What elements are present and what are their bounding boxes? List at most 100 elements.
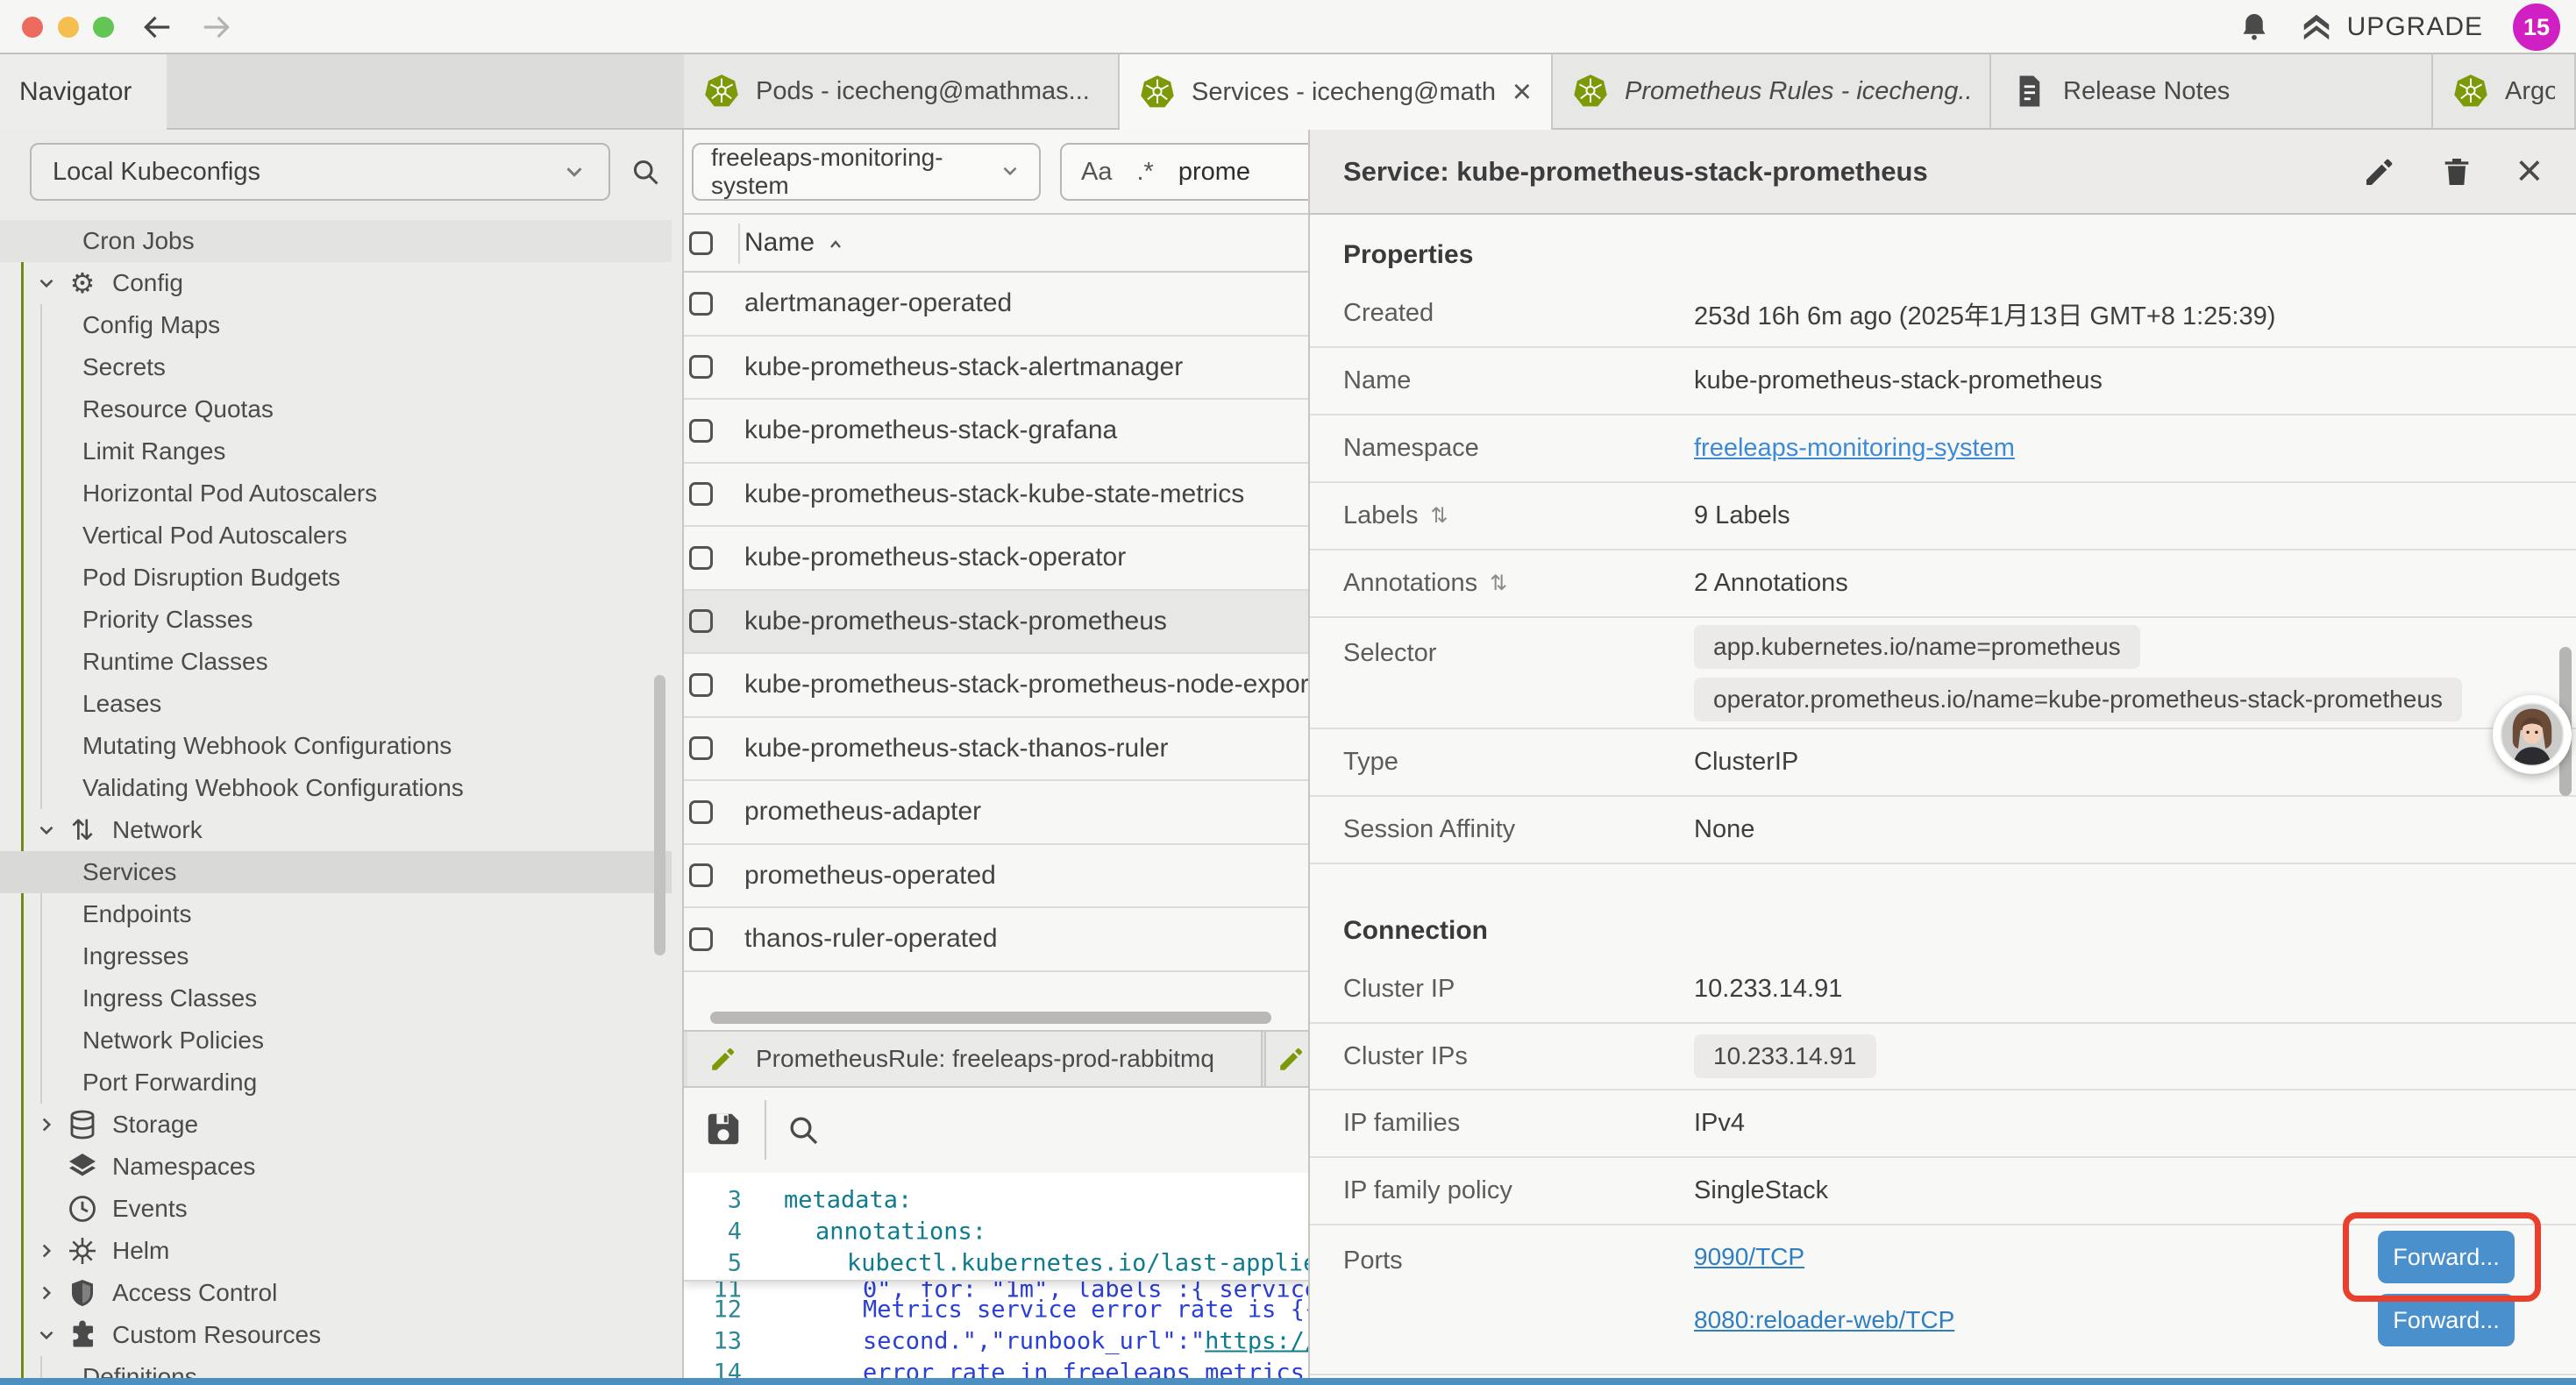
table-row-kube-prometheus-stack-prometheus[interactable]: kube-prometheus-stack-prometheus [684, 591, 1308, 655]
sidebar-item-leases[interactable]: Leases [0, 683, 672, 725]
sidebar-item-resource-quotas[interactable]: Resource Quotas [0, 388, 672, 430]
row-checkbox[interactable] [689, 800, 713, 824]
chevron-down-icon[interactable] [35, 819, 58, 842]
table-row-prometheus-adapter[interactable]: prometheus-adapter [684, 781, 1308, 845]
sidebar-item-pod-disruption-budgets[interactable]: Pod Disruption Budgets [0, 557, 672, 599]
kubeconfig-selector-value: Local Kubeconfigs [53, 158, 260, 187]
upgrade-button[interactable]: UPGRADE [2300, 11, 2483, 44]
tab-services-icecheng-math[interactable]: Services - icecheng@math... × [1120, 54, 1553, 130]
tab-release-notes[interactable]: Release Notes [1991, 54, 2433, 128]
editor-tab-next[interactable] [1264, 1032, 1308, 1086]
save-icon[interactable] [703, 1109, 744, 1149]
sidebar-item-priority-classes[interactable]: Priority Classes [0, 599, 672, 641]
chevron-right-icon[interactable] [35, 1239, 58, 1262]
table-row-prometheus-operated[interactable]: prometheus-operated [684, 845, 1308, 909]
sidebar-item-helm[interactable]: Helm [0, 1230, 672, 1272]
assistant-avatar[interactable] [2493, 695, 2572, 774]
chevron-right-icon[interactable] [35, 1113, 58, 1136]
sidebar-item-network[interactable]: ⇅Network [0, 809, 672, 851]
sidebar-item-limit-ranges[interactable]: Limit Ranges [0, 430, 672, 472]
tab-prometheus-rules-icecheng[interactable]: Prometheus Rules - icecheng... [1553, 54, 1991, 128]
sidebar-item-ingress-classes[interactable]: Ingress Classes [0, 977, 672, 1019]
table-row-kube-prometheus-stack-grafana[interactable]: kube-prometheus-stack-grafana [684, 400, 1308, 464]
row-checkbox[interactable] [689, 419, 713, 443]
sidebar-search-icon[interactable] [630, 156, 661, 188]
row-checkbox[interactable] [689, 673, 713, 697]
sidebar-item-services[interactable]: Services [0, 851, 672, 893]
port-link[interactable]: 9090/TCP [1694, 1243, 1804, 1271]
row-checkbox[interactable] [689, 927, 713, 951]
tab-pods-icecheng-mathmas[interactable]: Pods - icecheng@mathmas... [684, 54, 1120, 128]
port-line: 8080:reloader-web/TCP Forward... [1694, 1289, 2576, 1352]
table-row-kube-prometheus-stack-kube-state[interactable]: kube-prometheus-stack-kube-state-metrics [684, 464, 1308, 528]
sidebar-item-vertical-pod-autoscalers[interactable]: Vertical Pod Autoscalers [0, 515, 672, 557]
delete-trash-icon[interactable] [2439, 154, 2474, 189]
row-checkbox[interactable] [689, 609, 713, 633]
port-link[interactable]: 8080:reloader-web/TCP [1694, 1306, 1954, 1334]
notifications-bell-icon[interactable] [2238, 11, 2270, 43]
horizontal-scrollbar[interactable] [710, 1012, 1271, 1024]
window-zoom-button[interactable] [93, 17, 114, 38]
sidebar-item-horizontal-pod-autoscalers[interactable]: Horizontal Pod Autoscalers [0, 472, 672, 515]
sidebar-item-custom-resources[interactable]: Custom Resources [0, 1314, 672, 1356]
table-row-kube-prometheus-stack-alertmanag[interactable]: kube-prometheus-stack-alertmanager [684, 337, 1308, 401]
edit-pencil-icon[interactable] [2362, 154, 2397, 189]
kubernetes-icon [1139, 74, 1176, 110]
close-tab-icon[interactable]: × [1512, 75, 1532, 109]
sidebar-item-validating-webhook-configuration[interactable]: Validating Webhook Configurations [0, 767, 672, 809]
kubeconfig-selector[interactable]: Local Kubeconfigs [30, 143, 610, 201]
editor-tab-prometheusrule[interactable]: PrometheusRule: freeleaps-prod-rabbitmq [687, 1032, 1263, 1086]
chevron-down-icon[interactable] [35, 1324, 58, 1346]
regex-toggle[interactable]: .* [1136, 158, 1153, 187]
sort-toggle-icon[interactable]: ⇅ [1490, 571, 1507, 596]
sidebar-item-access-control[interactable]: Access Control [0, 1272, 672, 1314]
table-row-kube-prometheus-stack-operator[interactable]: kube-prometheus-stack-operator [684, 527, 1308, 591]
sidebar-item-config-maps[interactable]: Config Maps [0, 304, 672, 346]
table-row-thanos-ruler-operated[interactable]: thanos-ruler-operated [684, 908, 1308, 972]
tab-argo-se[interactable]: Argo Se [2433, 54, 2576, 128]
table-row-kube-prometheus-stack-thanos-rul[interactable]: kube-prometheus-stack-thanos-ruler [684, 718, 1308, 782]
match-case-toggle[interactable]: Aa [1081, 158, 1112, 187]
yaml-editor[interactable]: 11 0", for: "1m", labels :{ service : 12… [684, 1173, 1308, 1385]
name-column-header[interactable]: Name [744, 228, 815, 258]
sidebar-item-config[interactable]: ⚙Config [0, 262, 672, 304]
sidebar-item-storage[interactable]: Storage [0, 1104, 672, 1146]
tab-navigator[interactable]: Navigator [0, 54, 167, 130]
row-checkbox[interactable] [689, 292, 713, 316]
sidebar-item-ingresses[interactable]: Ingresses [0, 935, 672, 977]
table-row-alertmanager-operated[interactable]: alertmanager-operated [684, 273, 1308, 337]
chevron-right-icon[interactable] [35, 1282, 58, 1304]
editor-search-icon[interactable] [786, 1112, 821, 1147]
window-minimize-button[interactable] [58, 17, 79, 38]
back-arrow-icon[interactable] [140, 11, 174, 44]
notification-count-badge[interactable]: 15 [2513, 4, 2560, 51]
forward-arrow-icon[interactable] [200, 11, 233, 44]
forward-button[interactable]: Forward... [2378, 1294, 2515, 1346]
close-icon[interactable]: × [2516, 158, 2543, 185]
sidebar-item-mutating-webhook-configurations[interactable]: Mutating Webhook Configurations [0, 725, 672, 767]
sort-ascending-icon[interactable] [825, 232, 846, 253]
sidebar-item-runtime-classes[interactable]: Runtime Classes [0, 641, 672, 683]
forward-button[interactable]: Forward... [2378, 1231, 2515, 1283]
sidebar-item-namespaces[interactable]: Namespaces [0, 1146, 672, 1188]
select-all-checkbox[interactable] [689, 231, 713, 255]
row-checkbox[interactable] [689, 863, 713, 887]
chevron-down-icon[interactable] [35, 272, 58, 295]
namespace-selector[interactable]: freeleaps-monitoring-system [692, 143, 1041, 201]
window-close-button[interactable] [22, 17, 43, 38]
row-checkbox[interactable] [689, 546, 713, 570]
namespace-link[interactable]: freeleaps-monitoring-system [1694, 434, 2015, 463]
sidebar-item-network-policies[interactable]: Network Policies [0, 1019, 672, 1062]
table-row-kube-prometheus-stack-prometheus[interactable]: kube-prometheus-stack-prometheus-node-ex… [684, 654, 1308, 718]
sidebar-item-endpoints[interactable]: Endpoints [0, 893, 672, 935]
section-heading-connection: Connection [1310, 864, 2576, 956]
row-checkbox[interactable] [689, 736, 713, 760]
sidebar-item-cron-jobs[interactable]: Cron Jobs [0, 220, 672, 262]
sidebar-item-secrets[interactable]: Secrets [0, 346, 672, 388]
row-checkbox[interactable] [689, 355, 713, 379]
row-checkbox[interactable] [689, 482, 713, 506]
sidebar-item-events[interactable]: Events [0, 1188, 672, 1230]
sort-toggle-icon[interactable]: ⇅ [1430, 503, 1448, 529]
sidebar-item-port-forwarding[interactable]: Port Forwarding [0, 1062, 672, 1104]
sidebar-scrollbar[interactable] [654, 675, 665, 955]
